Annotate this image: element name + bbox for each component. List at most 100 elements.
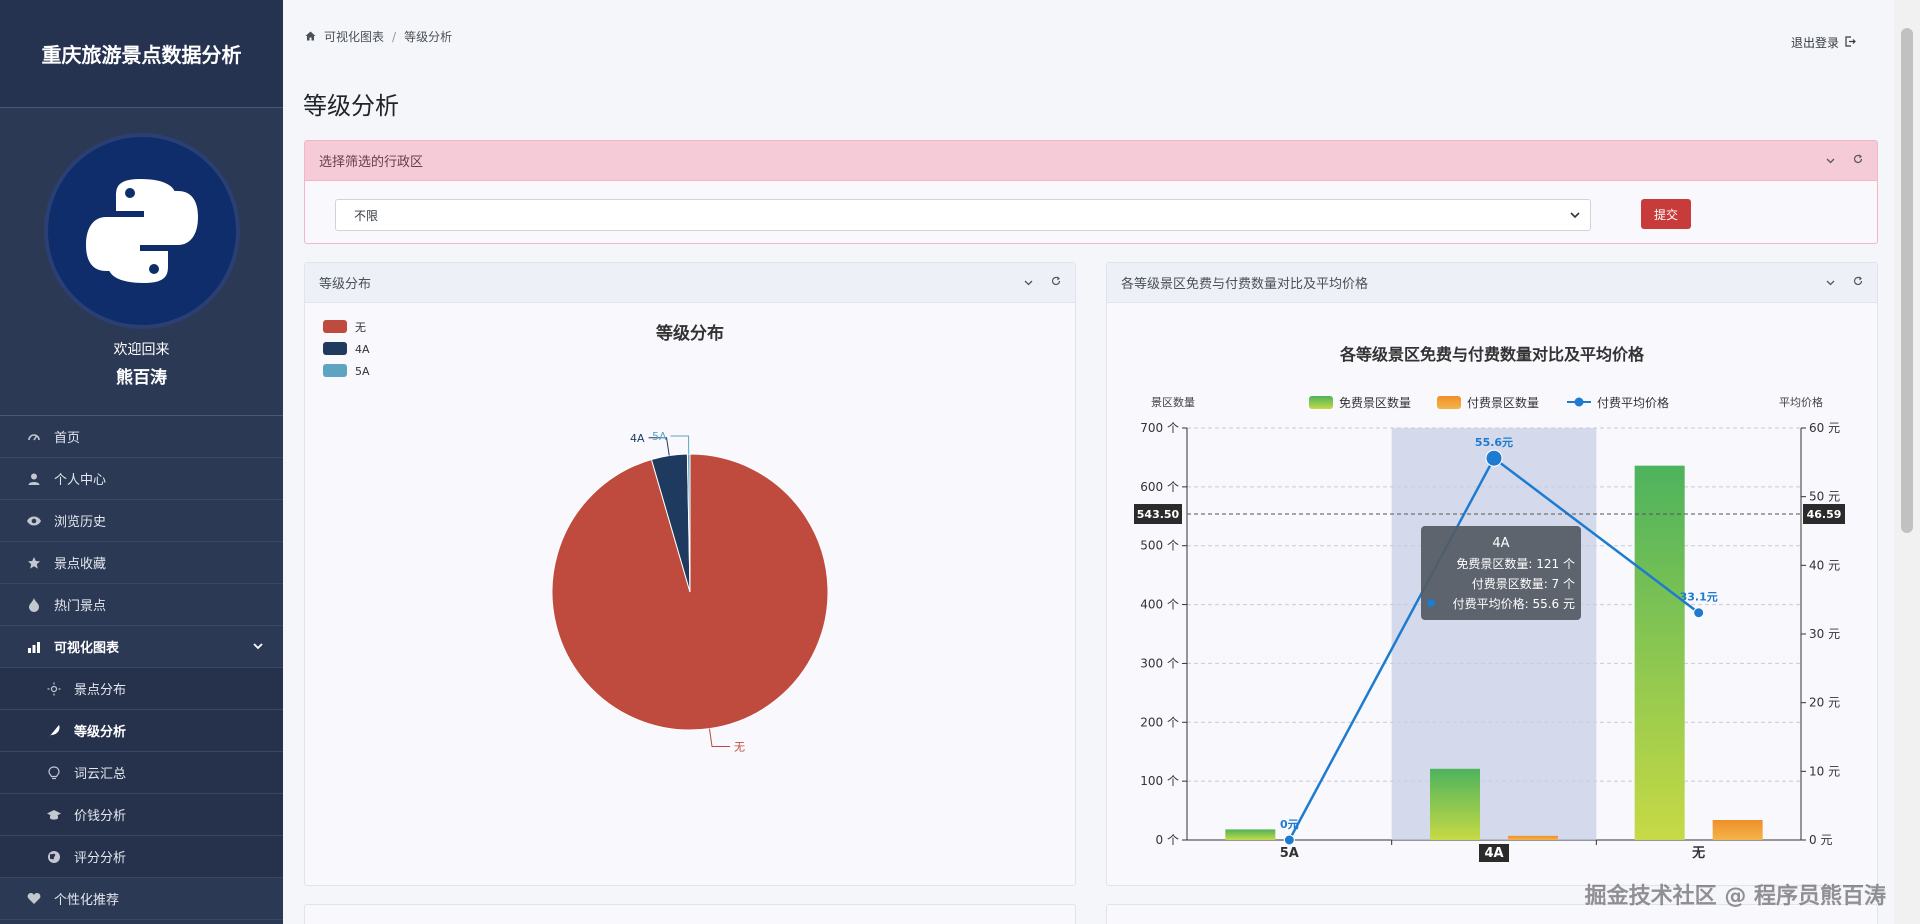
refresh-icon[interactable] [1853, 276, 1863, 289]
sidebar-item-label: 等级分析 [74, 725, 127, 740]
sign-out-icon [1845, 35, 1856, 50]
sidebar-item-label: 景点分布 [74, 683, 127, 698]
sidebar-item-label: 价钱分析 [74, 809, 127, 824]
pie-slice-label: 4A [630, 432, 645, 445]
tooltip-line: 免费景区数量: 121 个 [1456, 556, 1575, 571]
topbar: 可视化图表 / 等级分析 退出登录 [283, 0, 1894, 72]
y2-tick-label: 10 元 [1809, 764, 1840, 778]
free-bar [1634, 465, 1685, 840]
sidebar-item-profile[interactable]: 个人中心 [0, 458, 283, 500]
price-label: 55.6元 [1475, 436, 1513, 449]
username: 熊百涛 [116, 368, 167, 388]
level-price-card: 各等级景区免费与付费数量对比及平均价格 各等级景区免费与付费数量对比及平均价格 … [1106, 262, 1878, 886]
sidebar-item-home[interactable]: 首页 [0, 416, 283, 458]
pie-legend: 无 4A 5A [323, 320, 370, 378]
refresh-icon[interactable] [1853, 154, 1863, 167]
scrollbar-thumb[interactable] [1901, 28, 1913, 533]
collapse-icon[interactable] [1024, 276, 1033, 289]
pie-legend-label: 4A [355, 343, 370, 356]
y-tick-label: 100 个 [1140, 774, 1179, 788]
breadcrumb-charts[interactable]: 可视化图表 [324, 28, 384, 45]
bar-chart-icon [26, 639, 42, 655]
logout-button[interactable]: 退出登录 [1791, 34, 1856, 51]
tooltip-marker [1427, 599, 1435, 607]
refresh-icon[interactable] [1051, 276, 1061, 289]
pie-chart-title: 等级分布 [656, 323, 724, 344]
sidebar-item-history[interactable]: 浏览历史 [0, 500, 283, 542]
y-tick-label: 0 个 [1156, 833, 1179, 847]
feather-icon [46, 723, 62, 739]
price-point [1283, 834, 1295, 846]
axis-pointer-right-value: 46.59 [1807, 508, 1842, 521]
collapse-icon[interactable] [1826, 154, 1835, 167]
price-label: 33.1元 [1680, 591, 1718, 604]
graduation-cap-icon [46, 807, 62, 823]
pie-legend-swatch [323, 342, 347, 355]
pie-legend-label: 5A [355, 365, 370, 378]
welcome-text: 欢迎回来 [113, 342, 170, 358]
bar-legend-marker [1574, 397, 1584, 407]
lightbulb-icon [46, 765, 62, 781]
brand[interactable]: 重庆旅游景点数据分析 [0, 0, 283, 108]
paid-bar [1508, 835, 1558, 840]
page-title: 等级分析 [303, 92, 399, 120]
globe-icon [46, 849, 62, 865]
sidebar-item-label: 景点收藏 [54, 557, 107, 572]
eye-icon [26, 513, 42, 529]
sidebar-item-label: 可视化图表 [54, 641, 120, 656]
paid-bar [1712, 819, 1763, 840]
select-value: 不限 [354, 208, 379, 223]
bar-legend-label: 付费平均价格 [1597, 395, 1669, 410]
sidebar-subitem-level[interactable]: 等级分析 [0, 710, 283, 752]
y2-tick-label: 30 元 [1809, 627, 1840, 641]
collapse-icon[interactable] [1826, 276, 1835, 289]
page-scrollbar[interactable] [1894, 0, 1920, 924]
submit-button[interactable]: 提交 [1641, 199, 1691, 229]
bar-line-chart: 各等级景区免费与付费数量对比及平均价格 景区数量 平均价格 免费景区数量 付费景区… [1134, 345, 1845, 862]
free-bar [1225, 829, 1276, 840]
sidebar-item-hot[interactable]: 热门景点 [0, 584, 283, 626]
heart-icon [26, 891, 42, 907]
dashboard-icon [26, 429, 42, 445]
sidebar-subitem-price[interactable]: 价钱分析 [0, 794, 283, 836]
level-distribution-card: 等级分布 等级分布 无 4A 5A 无 4A 5A [304, 262, 1076, 886]
bar-legend-label: 付费景区数量 [1467, 395, 1539, 410]
district-select[interactable]: 不限 [335, 199, 1591, 231]
user-panel: 欢迎回来 熊百涛 [0, 108, 283, 416]
sidebar-subitem-distribution[interactable]: 景点分布 [0, 668, 283, 710]
card-tools [1826, 276, 1863, 289]
sidebar-item-label: 词云汇总 [74, 767, 127, 782]
x-tick-label: 5A [1280, 846, 1299, 861]
price-label: 0元 [1280, 818, 1299, 831]
pie-legend-label: 无 [355, 321, 366, 334]
y2-tick-label: 60 元 [1809, 421, 1840, 435]
price-point [1485, 449, 1503, 467]
card-tools [1826, 154, 1863, 167]
sun-icon [46, 681, 62, 697]
x-tick-label: 4A [1484, 846, 1503, 861]
python-logo-icon [85, 179, 198, 283]
home-icon[interactable] [305, 30, 316, 44]
y2-tick-label: 50 元 [1809, 490, 1840, 504]
bar-marks [1225, 428, 1763, 840]
sidebar: 重庆旅游景点数据分析 欢迎回来 熊百涛 首页 个人中心 浏览历史 景点收藏 热门… [0, 0, 283, 924]
bar-legend-swatch [1309, 396, 1333, 409]
sidebar-subitem-wordcloud[interactable]: 词云汇总 [0, 752, 283, 794]
avatar [43, 133, 240, 329]
bar-legend: 免费景区数量 付费景区数量 付费平均价格 [1309, 395, 1669, 410]
fire-icon [26, 597, 42, 613]
pie-slices: 无 4A 5A [551, 430, 829, 753]
bar-legend-label: 免费景区数量 [1339, 395, 1411, 410]
next-card-left [304, 904, 1076, 924]
y-axis-label: 景区数量 [1151, 396, 1195, 409]
sidebar-item-label: 首页 [54, 431, 81, 446]
free-bar [1430, 768, 1480, 840]
sidebar-item-favorites[interactable]: 景点收藏 [0, 542, 283, 584]
sidebar-item-recommend[interactable]: 个性化推荐 [0, 878, 283, 920]
sidebar-subitem-rating[interactable]: 评分分析 [0, 836, 283, 878]
pie-label-line [708, 728, 731, 747]
pie-slice-label: 5A [652, 430, 667, 443]
pie-legend-swatch [323, 320, 347, 333]
sidebar-item-charts[interactable]: 可视化图表 [0, 626, 283, 668]
y2-tick-label: 20 元 [1809, 696, 1840, 710]
